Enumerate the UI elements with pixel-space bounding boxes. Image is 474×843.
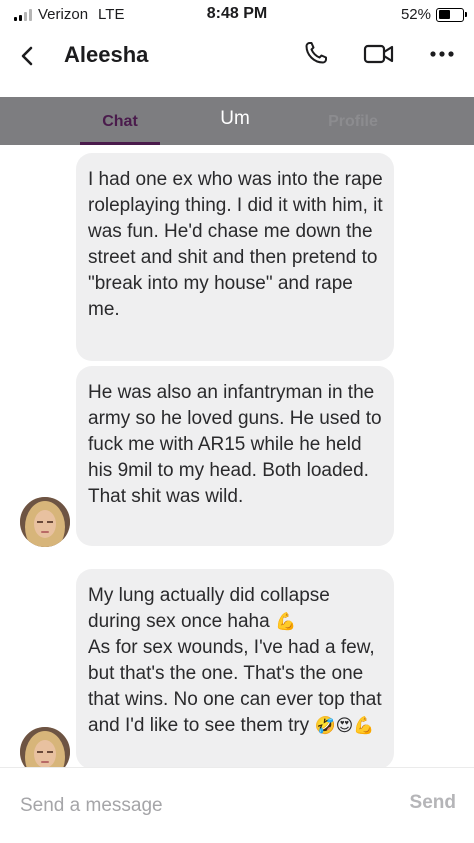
battery-percent: 52% — [400, 6, 431, 23]
message-composer: Send — [0, 767, 474, 843]
phone-icon[interactable] — [303, 40, 329, 66]
status-bar: Verizon LTE 8:48 PM 52% — [0, 0, 474, 30]
tab-chat-label: Chat — [102, 113, 138, 130]
emoji-group: 🤣😍💪 — [314, 716, 375, 736]
avatar-image — [20, 497, 70, 547]
message-bubble[interactable]: My lung actually did collapse during sex… — [76, 569, 394, 767]
tab-bar: Chat Um Profile — [0, 97, 474, 145]
status-right: 52% — [400, 6, 467, 23]
tab-um[interactable]: Um — [200, 97, 270, 145]
message-input[interactable] — [20, 792, 360, 820]
avatar[interactable] — [20, 497, 70, 547]
conversation-header: Aleesha — [0, 30, 474, 96]
avatar-image — [20, 727, 70, 767]
avatar[interactable] — [20, 727, 70, 767]
message-bubble[interactable]: I had one ex who was into the rape rolep… — [76, 153, 394, 361]
message-text: I had one ex who was into the rape rolep… — [88, 169, 383, 320]
video-camera-icon[interactable] — [363, 42, 395, 66]
tab-profile[interactable]: Profile — [318, 97, 388, 145]
tab-chat[interactable]: Chat — [80, 97, 160, 145]
message-list[interactable]: I had one ex who was into the rape rolep… — [0, 145, 474, 767]
conversation-title[interactable]: Aleesha — [64, 42, 148, 68]
more-icon[interactable] — [428, 42, 456, 66]
send-button[interactable]: Send — [410, 792, 456, 814]
flexed-biceps-emoji: 💪 — [274, 612, 297, 632]
chevron-left-icon[interactable] — [16, 44, 40, 68]
message-bubble[interactable]: He was also an infantryman in the army s… — [76, 366, 394, 546]
battery-icon — [436, 7, 467, 22]
message-text: He was also an infantryman in the army s… — [88, 382, 382, 507]
tab-profile-label: Profile — [328, 113, 378, 130]
battery-fill — [438, 10, 451, 19]
tab-um-label: Um — [220, 108, 250, 129]
